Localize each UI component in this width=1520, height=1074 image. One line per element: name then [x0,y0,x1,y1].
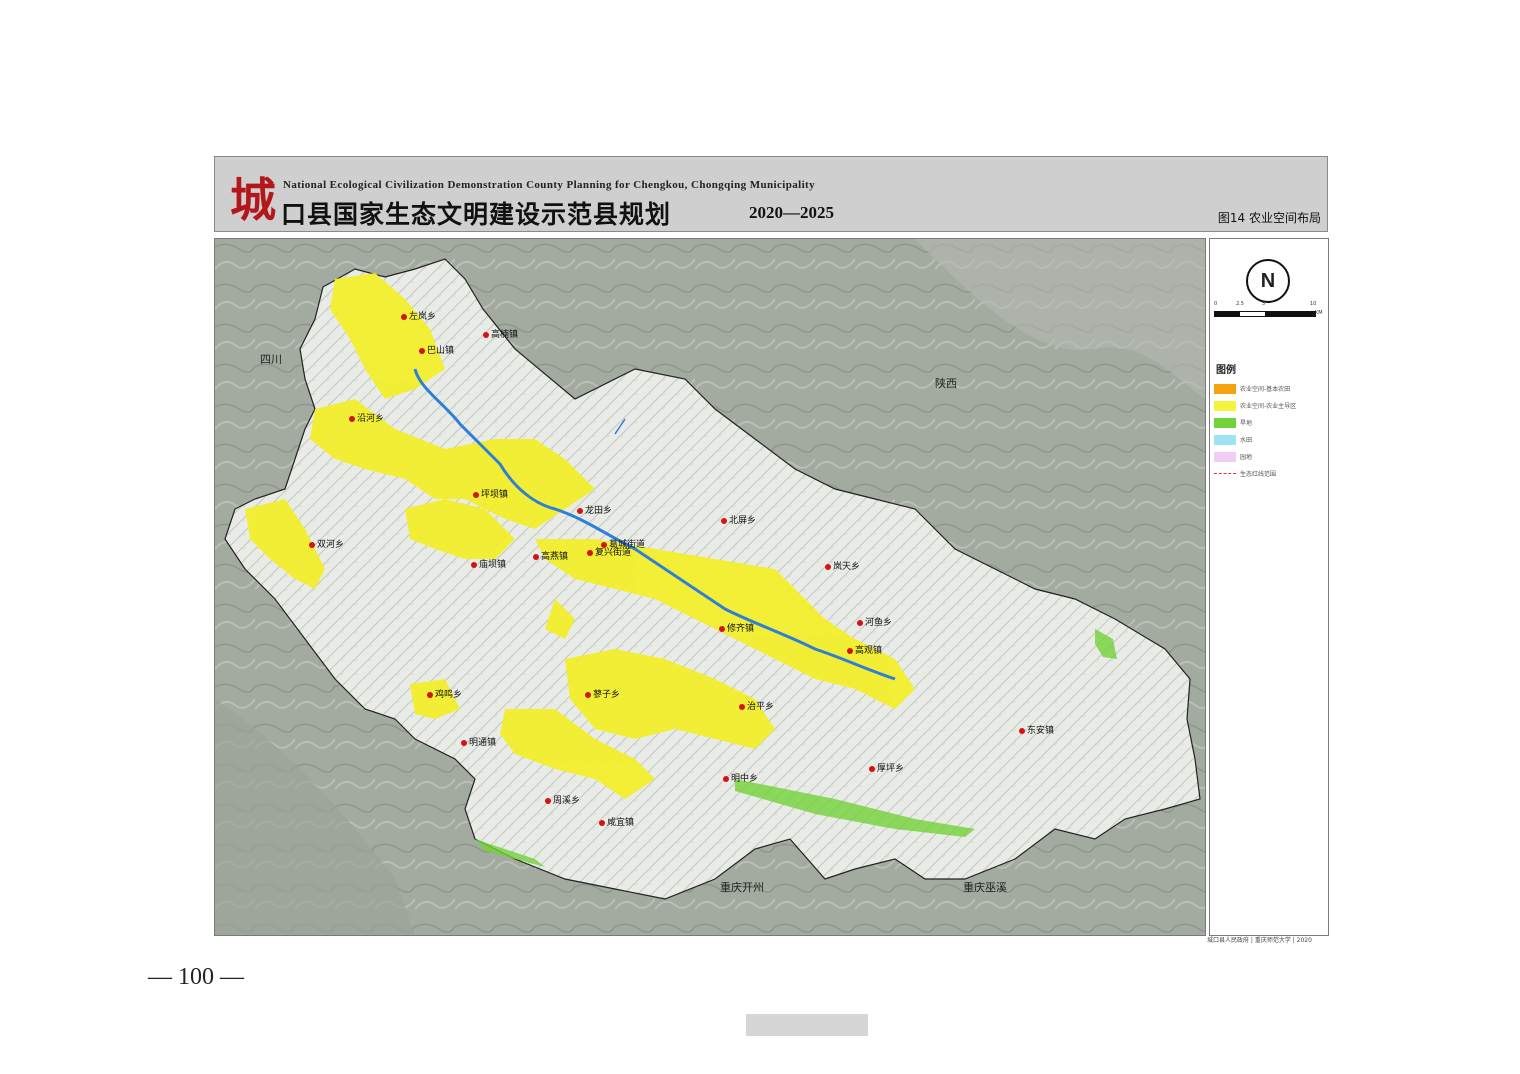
region-kaizhou: 重庆开州 [720,881,764,894]
agricultural-space-map[interactable]: 四川 陕西 重庆开州 重庆巫溪 左岚乡 高楠镇 巴山镇 沿河乡 坪坝镇 龙田乡 … [214,238,1206,936]
place-gecheng[interactable]: 葛城街道 [601,537,645,550]
town-marker-icon [585,691,591,698]
legend-item-eco-redline: 生态红线范围 [1214,466,1324,481]
town-marker-icon [739,703,745,710]
legend-panel: N 0 2.5 5 10 KM 图例 农业空间-基本农田 农业空间-农业主导区 … [1209,238,1329,936]
place-mingtong[interactable]: 明通镇 [461,735,496,748]
legend-swatch [1214,400,1236,411]
town-marker-icon [483,331,489,338]
place-pingba[interactable]: 坪坝镇 [473,487,508,500]
town-marker-icon [309,541,315,548]
scale-tick: 10 [1310,301,1317,307]
town-marker-icon [349,415,355,422]
legend-list: 农业空间-基本农田 农业空间-农业主导区 旱地 水田 园地 生态红线范围 [1214,381,1324,483]
town-marker-icon [847,647,853,654]
place-gaonan[interactable]: 高楠镇 [483,327,518,340]
place-xianyi[interactable]: 咸宜镇 [599,815,634,828]
town-marker-icon [825,563,831,570]
legend-item-orchard: 园地 [1214,449,1324,464]
town-marker-icon [599,819,605,826]
scale-unit: KM [1315,310,1323,316]
town-marker-icon [1019,727,1025,734]
town-marker-icon [473,491,479,498]
place-mingzhong[interactable]: 明中乡 [723,771,758,784]
north-arrow-icon: N [1246,259,1290,303]
town-marker-icon [869,765,875,772]
scale-tick: 5 [1262,301,1266,307]
region-shaanxi: 陕西 [935,377,957,390]
place-zhiping[interactable]: 治平乡 [739,699,774,712]
english-subtitle: National Ecological Civilization Demonst… [283,179,816,191]
legend-item-dryland: 旱地 [1214,415,1324,430]
town-marker-icon [471,561,477,568]
legend-label: 园地 [1240,454,1253,461]
place-houping[interactable]: 厚坪乡 [869,761,904,774]
legend-swatch [1214,451,1236,462]
town-marker-icon [419,347,425,354]
scale-bar-graphic [1214,311,1316,317]
legend-label: 农业空间-农业主导区 [1240,403,1297,410]
scale-tick: 0 [1214,301,1218,307]
town-marker-icon [545,797,551,804]
legend-item-basic-farmland: 农业空间-基本农田 [1214,381,1324,396]
town-marker-icon [587,549,593,556]
place-yanhe[interactable]: 沿河乡 [349,411,384,424]
legend-item-paddy: 水田 [1214,432,1324,447]
town-marker-icon [723,775,729,782]
region-wuxi: 重庆巫溪 [963,881,1007,894]
legend-swatch [1214,383,1236,394]
page-number: — 100 — [148,964,244,990]
place-dongan[interactable]: 东安镇 [1019,723,1054,736]
legend-swatch [1214,417,1236,428]
legend-label: 水田 [1240,437,1253,444]
place-zhouxi[interactable]: 周溪乡 [545,793,580,806]
town-marker-icon [533,553,539,560]
town-marker-icon [857,619,863,626]
town-marker-icon [461,739,467,746]
legend-swatch [1214,434,1236,445]
legend-item-agri-dominant: 农业空间-农业主导区 [1214,398,1324,413]
town-marker-icon [577,507,583,514]
place-bashan[interactable]: 巴山镇 [419,343,454,356]
map-header: 城 National Ecological Civilization Demon… [214,156,1328,232]
place-gaoyan[interactable]: 高燕镇 [533,549,568,562]
legend-label: 生态红线范围 [1240,471,1277,478]
legend-swatch [1214,473,1236,474]
legend-title: 图例 [1216,365,1236,376]
place-gaoguan[interactable]: 高观镇 [847,643,882,656]
place-zuolan[interactable]: 左岚乡 [401,309,436,322]
place-xiuqi[interactable]: 修齐镇 [719,621,754,634]
town-marker-icon [601,541,607,548]
place-longtian[interactable]: 龙田乡 [577,503,612,516]
town-marker-icon [721,517,727,524]
map-credit: 城口县人民政府 | 重庆师范大学 | 2020 [1207,937,1312,944]
chengkou-seal-logo: 城 [230,173,276,227]
place-liaozi[interactable]: 蓼子乡 [585,687,620,700]
town-marker-icon [719,625,725,632]
legend-label: 农业空间-基本农田 [1240,386,1291,393]
map-canvas [215,239,1205,935]
place-heyu[interactable]: 河鱼乡 [857,615,892,628]
place-shuanghe[interactable]: 双河乡 [309,537,344,550]
footer-bar [746,1014,868,1036]
scale-bar: 0 2.5 5 10 KM [1214,301,1323,321]
place-lantian[interactable]: 岚天乡 [825,559,860,572]
scale-tick: 2.5 [1236,301,1244,307]
place-beiping[interactable]: 北屏乡 [721,513,756,526]
place-jiming[interactable]: 鸡鸣乡 [427,687,462,700]
figure-label: 图14 农业空间布局 [1217,211,1321,225]
region-sichuan: 四川 [260,353,282,366]
plan-years: 2020—2025 [749,203,834,222]
place-miaoba[interactable]: 庙坝镇 [471,557,506,570]
legend-label: 旱地 [1240,420,1253,427]
town-marker-icon [427,691,433,698]
plan-title: 口县国家生态文明建设示范县规划 [281,200,672,229]
town-marker-icon [401,313,407,320]
